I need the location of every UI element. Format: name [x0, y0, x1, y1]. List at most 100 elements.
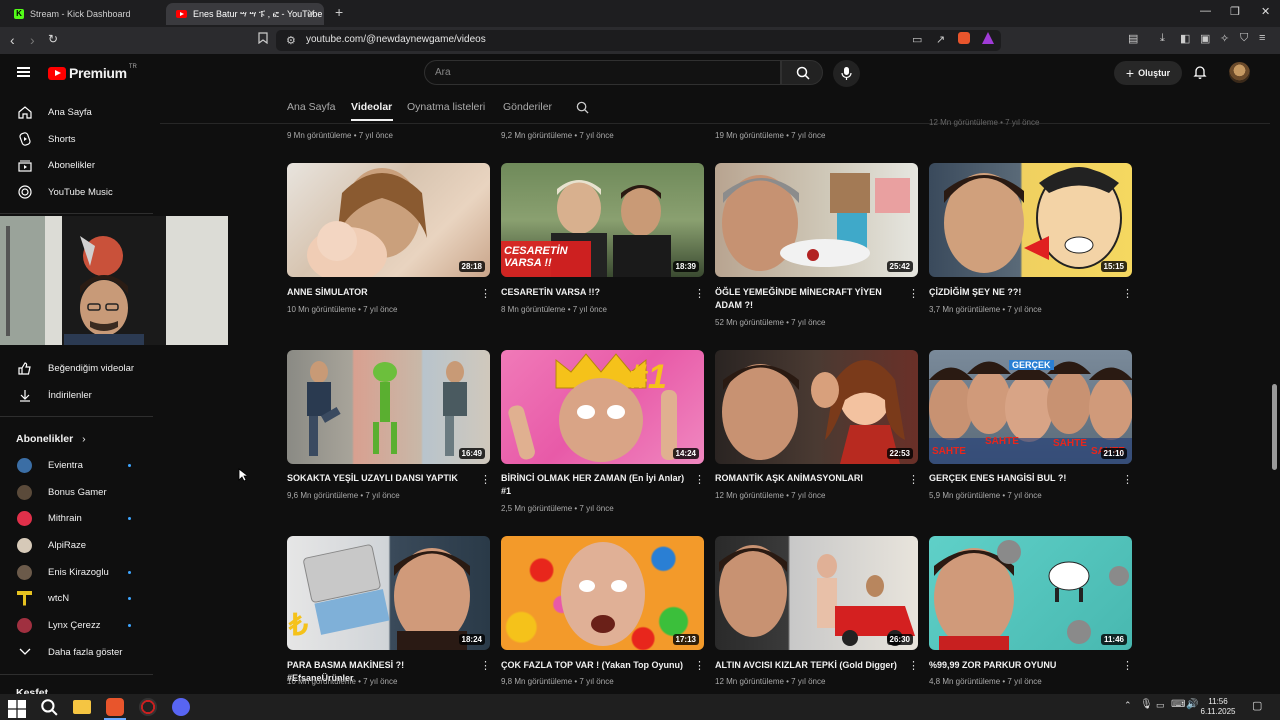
video-thumbnail[interactable]: 25:42: [715, 163, 918, 277]
subscriptions-section-header[interactable]: Abonelikler ›: [16, 433, 86, 445]
video-title[interactable]: ÖĞLE YEMEĞİNDE MİNECRAFT YİYEN ADAM ?!: [715, 286, 900, 312]
notification-center-icon[interactable]: ▢: [1252, 699, 1262, 712]
video-title[interactable]: CESARETİN VARSA !!?: [501, 286, 686, 299]
hamburger-menu-icon[interactable]: [17, 67, 30, 77]
brave-shield-icon[interactable]: [958, 32, 970, 44]
reader-mode-icon[interactable]: ▤: [1128, 32, 1138, 45]
address-bar[interactable]: ⚙ youtube.com/@newdaynewgame/videos ▭ ↗: [276, 30, 1001, 51]
voice-search-button[interactable]: [833, 60, 860, 87]
video-title[interactable]: ALTIN AVCISI KIZLAR TEPKİ (Gold Digger): [715, 659, 900, 672]
video-more-options-icon[interactable]: ⋮: [694, 474, 705, 486]
minimize-icon[interactable]: —: [1200, 5, 1211, 17]
sidebar-item-liked-videos[interactable]: Beğendiğim videolar: [0, 355, 160, 381]
tab-home[interactable]: Ana Sayfa: [287, 101, 335, 113]
subscription-item[interactable]: Enis Kirazoglu: [0, 559, 160, 585]
video-title[interactable]: ÇOK FAZLA TOP VAR ! (Yakan Top Oyunu): [501, 659, 686, 672]
video-more-options-icon[interactable]: ⋮: [480, 288, 491, 300]
page-scrollbar[interactable]: [1272, 384, 1277, 470]
close-tab-icon[interactable]: ✕: [307, 7, 316, 20]
tray-overflow-icon[interactable]: ⌃: [1124, 700, 1132, 711]
subscription-item[interactable]: Evientra: [0, 452, 160, 478]
search-button[interactable]: [781, 60, 823, 85]
sidebar-item-shorts[interactable]: Shorts: [0, 126, 160, 152]
microphone-tray-icon[interactable]: 🎙: [1140, 699, 1153, 710]
downloads-icon[interactable]: ⤓: [1160, 32, 1165, 45]
video-more-options-icon[interactable]: ⋮: [1122, 660, 1133, 672]
browser-tab-youtube[interactable]: Enes Batur ሣ ሣ ፑ , ፎ - YouTube ✕: [166, 3, 324, 25]
youtube-premium-logo[interactable]: Premium TR: [48, 64, 137, 81]
tab-posts[interactable]: Gönderiler: [503, 101, 552, 113]
channel-search-icon[interactable]: [576, 101, 589, 114]
video-title[interactable]: SOKAKTA YEŞİL UZAYLI DANSI YAPTIK: [287, 472, 472, 485]
leo-ai-icon[interactable]: ✧: [1220, 32, 1229, 45]
video-more-options-icon[interactable]: ⋮: [908, 288, 919, 300]
video-more-options-icon[interactable]: ⋮: [1122, 474, 1133, 486]
video-thumbnail[interactable]: 28:18: [287, 163, 490, 277]
tab-playlists[interactable]: Oynatma listeleri: [407, 101, 485, 113]
subscription-item[interactable]: Lynx Çerezz: [0, 612, 160, 638]
brave-browser-icon[interactable]: [106, 698, 124, 716]
video-title[interactable]: ROMANTİK AŞK ANİMASYONLARI: [715, 472, 900, 485]
site-info-icon[interactable]: ⚙: [286, 34, 296, 47]
subscription-item[interactable]: Mithrain: [0, 505, 160, 531]
back-icon[interactable]: ‹: [10, 32, 15, 48]
windows-start-icon[interactable]: [8, 700, 26, 718]
video-title[interactable]: %99,99 ZOR PARKUR OYUNU: [929, 659, 1114, 672]
battery-icon[interactable]: ▭: [1156, 700, 1165, 711]
share-icon[interactable]: ↗: [936, 33, 945, 46]
video-more-options-icon[interactable]: ⋮: [694, 288, 705, 300]
discord-icon[interactable]: [172, 698, 190, 716]
video-title[interactable]: ANNE SİMULATOR: [287, 286, 472, 299]
subscription-item[interactable]: Bonus Gamer: [0, 479, 160, 505]
video-more-options-icon[interactable]: ⋮: [480, 474, 491, 486]
wallet-icon[interactable]: ▣: [1200, 32, 1210, 45]
sidebar-item-home[interactable]: Ana Sayfa: [0, 99, 160, 125]
video-title[interactable]: ÇİZDİĞİM ŞEY NE ??!: [929, 286, 1114, 299]
new-tab-icon[interactable]: +: [335, 4, 343, 20]
obs-icon[interactable]: [139, 698, 157, 716]
taskbar-search-icon[interactable]: [40, 698, 58, 716]
close-window-icon[interactable]: ✕: [1261, 5, 1270, 18]
notifications-bell-icon[interactable]: [1193, 65, 1207, 79]
video-more-options-icon[interactable]: ⋮: [480, 660, 491, 672]
video-thumbnail[interactable]: 26:30: [715, 536, 918, 650]
video-thumbnail[interactable]: ₺ 18:24: [287, 536, 490, 650]
search-input[interactable]: Ara: [424, 60, 781, 85]
sidebar-show-more[interactable]: Daha fazla göster: [0, 639, 160, 665]
sidebar-item-downloads[interactable]: İndirilenler: [0, 382, 160, 408]
video-more-options-icon[interactable]: ⋮: [694, 660, 705, 672]
video-title[interactable]: BİRİNCİ OLMAK HER ZAMAN (En İyi Anlar) #…: [501, 472, 686, 498]
file-explorer-icon[interactable]: [73, 700, 91, 714]
browser-menu-icon[interactable]: ≡: [1259, 32, 1265, 44]
video-thumbnail[interactable]: 11:46: [929, 536, 1132, 650]
video-more-options-icon[interactable]: ⋮: [908, 660, 919, 672]
bookmark-icon[interactable]: [258, 32, 268, 47]
sidebar-item-youtube-music[interactable]: YouTube Music: [0, 179, 160, 205]
tab-videos[interactable]: Videolar: [351, 101, 392, 113]
forward-icon[interactable]: ›: [30, 32, 35, 48]
create-button[interactable]: + Oluştur: [1114, 61, 1182, 85]
cast-icon[interactable]: ▭: [912, 33, 922, 46]
video-more-options-icon[interactable]: ⋮: [1122, 288, 1133, 300]
video-thumbnail[interactable]: 16:49: [287, 350, 490, 464]
video-thumbnail[interactable]: GERÇEK SAHTE SAHTE SAHTE SAHTE 21:10: [929, 350, 1132, 464]
sidebar-toggle-icon[interactable]: ◧: [1180, 32, 1190, 45]
browser-tab-kick[interactable]: K Stream - Kick Dashboard: [4, 3, 162, 25]
restore-icon[interactable]: ❐: [1230, 5, 1240, 18]
vpn-icon[interactable]: ⛉: [1240, 32, 1248, 45]
video-thumbnail[interactable]: 15:15: [929, 163, 1132, 277]
video-title[interactable]: GERÇEK ENES HANGİSİ BUL ?!: [929, 472, 1114, 485]
account-avatar[interactable]: [1229, 62, 1250, 83]
taskbar-clock[interactable]: 11:56 6.11.2025: [1196, 697, 1240, 717]
rewards-icon[interactable]: [982, 32, 994, 44]
network-icon[interactable]: ⌨: [1171, 699, 1185, 710]
subscription-item[interactable]: AlpiRaze: [0, 532, 160, 558]
video-thumbnail[interactable]: 17:13: [501, 536, 704, 650]
sidebar-item-subscriptions[interactable]: Abonelikler: [0, 152, 160, 178]
video-thumbnail[interactable]: #1 14:24: [501, 350, 704, 464]
video-thumbnail[interactable]: 22:53: [715, 350, 918, 464]
subscription-item[interactable]: wtcN: [0, 585, 160, 611]
video-more-options-icon[interactable]: ⋮: [908, 474, 919, 486]
reload-icon[interactable]: ↻: [48, 32, 58, 46]
video-thumbnail[interactable]: CESARETİN VARSA !! 18:39: [501, 163, 704, 277]
